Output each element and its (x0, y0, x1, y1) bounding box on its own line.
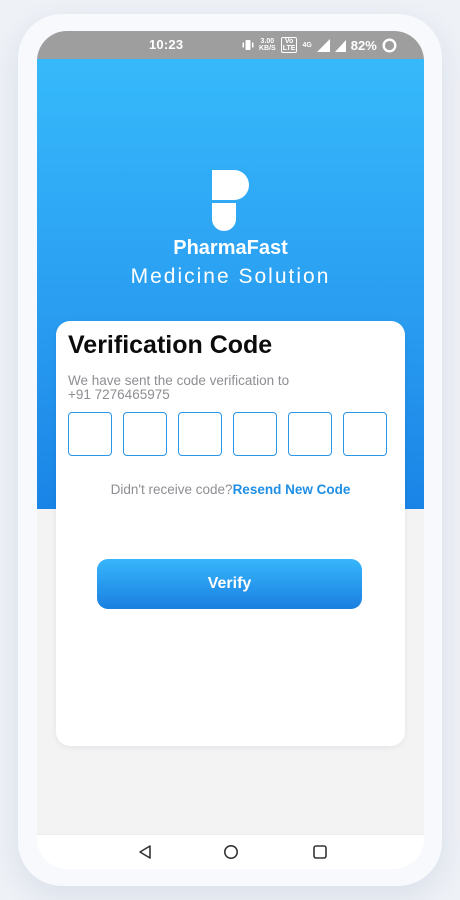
vibrate-icon (242, 40, 254, 50)
battery-icon (382, 37, 397, 53)
resend-code-link[interactable]: Resend New Code (233, 482, 351, 497)
brand-name: PharmaFast (173, 237, 288, 259)
otp-digit-3[interactable] (178, 412, 222, 456)
status-bar: 10:23 3.00 KB/S Vo LTE 4G 82% (37, 31, 424, 59)
resend-row: Didn't receive code?Resend New Code (56, 482, 405, 497)
verification-card: Verification Code We have sent the code … (56, 321, 405, 746)
network-type: 4G (302, 41, 312, 49)
network-speed-unit: KB/S (259, 45, 276, 52)
otp-digit-2[interactable] (123, 412, 167, 456)
nav-back-button[interactable] (125, 835, 165, 869)
resend-prompt: Didn't receive code? (110, 482, 233, 497)
verification-subtitle: We have sent the code verification to (68, 373, 290, 388)
nav-home-button[interactable] (211, 835, 251, 869)
battery-percent: 82% (350, 37, 377, 53)
status-icons: 3.00 KB/S Vo LTE 4G 82% (242, 36, 397, 54)
otp-digit-6[interactable] (343, 412, 387, 456)
home-icon (224, 845, 238, 859)
verify-button[interactable]: Verify (97, 559, 362, 609)
otp-digit-5[interactable] (288, 412, 332, 456)
volte-badge: Vo LTE (280, 37, 298, 53)
volte-bottom: LTE (282, 45, 296, 52)
phone-number: +91 7276465975 (68, 387, 170, 402)
pharmafast-logo-icon (212, 170, 249, 231)
volte-top: Vo (284, 38, 294, 45)
network-speed: 3.00 KB/S (259, 38, 276, 52)
network-speed-value: 3.00 (260, 38, 275, 45)
otp-input-row (68, 412, 387, 456)
otp-digit-4[interactable] (233, 412, 277, 456)
back-icon (139, 845, 151, 859)
otp-digit-1[interactable] (68, 412, 112, 456)
signal-icon (316, 38, 330, 52)
status-time: 10:23 (149, 37, 184, 52)
page-title: Verification Code (68, 331, 273, 359)
signal-icon-2 (334, 39, 346, 52)
brand-tagline: Medicine Solution (130, 265, 331, 288)
system-nav-bar (37, 834, 424, 869)
app-screen: 10:23 3.00 KB/S Vo LTE 4G 82% PharmaFast… (37, 31, 424, 869)
nav-recents-button[interactable] (300, 835, 340, 869)
recents-icon (313, 845, 327, 859)
